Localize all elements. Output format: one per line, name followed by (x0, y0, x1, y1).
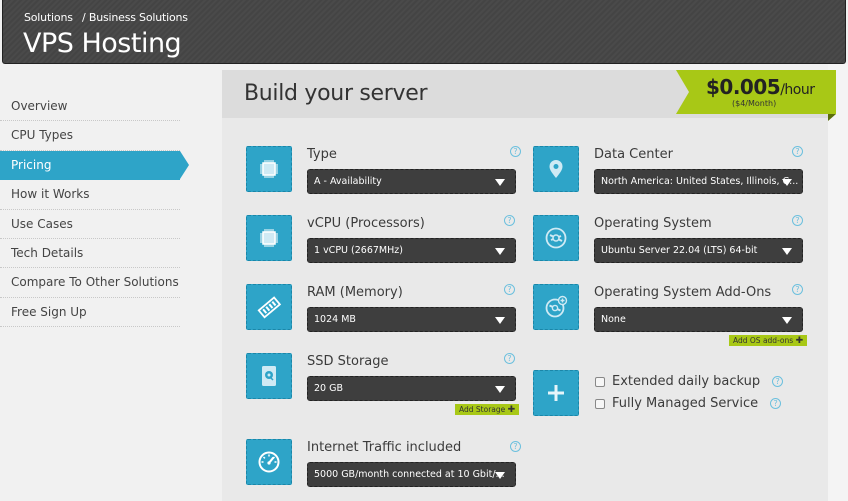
extended-backup-label[interactable]: Extended daily backup (612, 374, 760, 389)
help-icon[interactable]: ? (772, 376, 784, 387)
ssd-select[interactable]: 20 GB (307, 376, 516, 401)
sidebar-item-compare[interactable]: Compare To Other Solutions (0, 268, 180, 298)
managed-service-row: Fully Managed Service ? (595, 396, 782, 411)
dropdown-arrow-icon (782, 317, 792, 324)
price-amount: $0.005/hour (706, 75, 815, 99)
price-unit: /hour (780, 82, 815, 98)
sidebar-item-how-it-works[interactable]: How it Works (0, 180, 180, 210)
disc-icon (533, 215, 579, 261)
dropdown-arrow-icon (495, 386, 505, 393)
dropdown-arrow-icon (495, 179, 505, 186)
extended-backup-checkbox[interactable] (595, 376, 605, 387)
help-icon[interactable]: ? (770, 398, 782, 409)
os-label: Operating System (594, 216, 712, 231)
page-title: VPS Hosting (23, 28, 182, 59)
add-os-addons-button[interactable]: Add OS add-ons ✚ (729, 335, 808, 346)
price-value: $0.005 (706, 75, 781, 99)
dropdown-arrow-icon (495, 472, 505, 479)
ram-label: RAM (Memory) (307, 285, 403, 300)
ram-select-value: 1024 MB (314, 314, 356, 325)
map-pin-icon (533, 146, 579, 192)
ssd-label: SSD Storage (307, 354, 389, 369)
help-icon[interactable]: ? (504, 215, 515, 226)
dropdown-arrow-icon (782, 248, 792, 255)
vcpu-select[interactable]: 1 vCPU (2667MHz) (307, 238, 516, 263)
data-center-label: Data Center (594, 147, 673, 162)
help-icon[interactable]: ? (510, 146, 521, 157)
ram-select[interactable]: 1024 MB (307, 307, 516, 332)
help-icon[interactable]: ? (510, 441, 521, 452)
extended-backup-row: Extended daily backup ? (595, 374, 784, 389)
help-icon[interactable]: ? (504, 353, 515, 364)
breadcrumb: Solutions / Business Solutions (24, 11, 194, 24)
memory-stick-icon (246, 284, 292, 330)
traffic-select-value: 5000 GB/month connected at 10 Gbit/... (314, 469, 505, 480)
sidebar-item-overview[interactable]: Overview (0, 92, 180, 122)
traffic-select[interactable]: 5000 GB/month connected at 10 Gbit/... (307, 462, 516, 487)
hard-drive-icon (246, 353, 292, 399)
type-select-value: A - Availability (314, 176, 382, 187)
os-select-value: Ubuntu Server 22.04 (LTS) 64-bit (601, 245, 758, 256)
data-center-select[interactable]: North America: United States, Illinois, … (594, 169, 803, 194)
cpu-chip-icon (246, 215, 292, 261)
price-badge: $0.005/hour ($4/Month) (676, 70, 836, 121)
plus-icon (533, 370, 579, 416)
dropdown-arrow-icon (495, 317, 505, 324)
sidebar-item-pricing[interactable]: Pricing (0, 150, 189, 181)
price-monthly: ($4/Month) (732, 99, 777, 108)
plus-icon: ✚ (795, 336, 804, 346)
panel-title: Build your server (244, 81, 428, 106)
help-icon[interactable]: ? (504, 284, 515, 295)
vcpu-label: vCPU (Processors) (307, 216, 425, 231)
sidebar-item-use-cases[interactable]: Use Cases (0, 210, 180, 239)
sidebar-nav: Overview CPU Types Pricing How it Works … (0, 92, 189, 328)
breadcrumb-solutions[interactable]: Solutions (24, 11, 73, 24)
managed-service-label[interactable]: Fully Managed Service (612, 396, 758, 411)
os-addons-select-value: None (601, 314, 626, 325)
add-storage-label: Add Storage (459, 405, 506, 414)
os-select[interactable]: Ubuntu Server 22.04 (LTS) 64-bit (594, 238, 803, 263)
dropdown-arrow-icon (495, 248, 505, 255)
help-icon[interactable]: ? (792, 284, 803, 295)
os-addons-select[interactable]: None (594, 307, 803, 332)
help-icon[interactable]: ? (792, 215, 803, 226)
os-addons-label: Operating System Add-Ons (594, 285, 772, 300)
help-icon[interactable]: ? (792, 146, 803, 157)
type-label: Type (307, 147, 337, 162)
sidebar-item-cpu-types[interactable]: CPU Types (0, 121, 180, 151)
ssd-select-value: 20 GB (314, 383, 343, 394)
dropdown-arrow-icon (782, 179, 792, 186)
type-select[interactable]: A - Availability (307, 169, 516, 194)
managed-service-checkbox[interactable] (595, 398, 605, 409)
add-storage-button[interactable]: Add Storage ✚ (455, 404, 520, 415)
right-gutter (828, 64, 848, 501)
cpu-chip-icon (246, 146, 292, 192)
sidebar-item-free-sign-up[interactable]: Free Sign Up (0, 298, 180, 328)
data-center-select-value: North America: United States, Illinois, … (601, 176, 799, 187)
page-header: Solutions / Business Solutions VPS Hosti… (2, 0, 846, 64)
vcpu-select-value: 1 vCPU (2667MHz) (314, 245, 403, 256)
breadcrumb-business-solutions[interactable]: / Business Solutions (82, 11, 188, 24)
speedometer-icon (246, 439, 292, 485)
disc-plus-icon (533, 284, 579, 330)
plus-icon: ✚ (507, 405, 516, 415)
sidebar-item-tech-details[interactable]: Tech Details (0, 239, 180, 269)
traffic-label: Internet Traffic included (307, 440, 462, 455)
add-os-addons-label: Add OS add-ons (733, 336, 794, 345)
